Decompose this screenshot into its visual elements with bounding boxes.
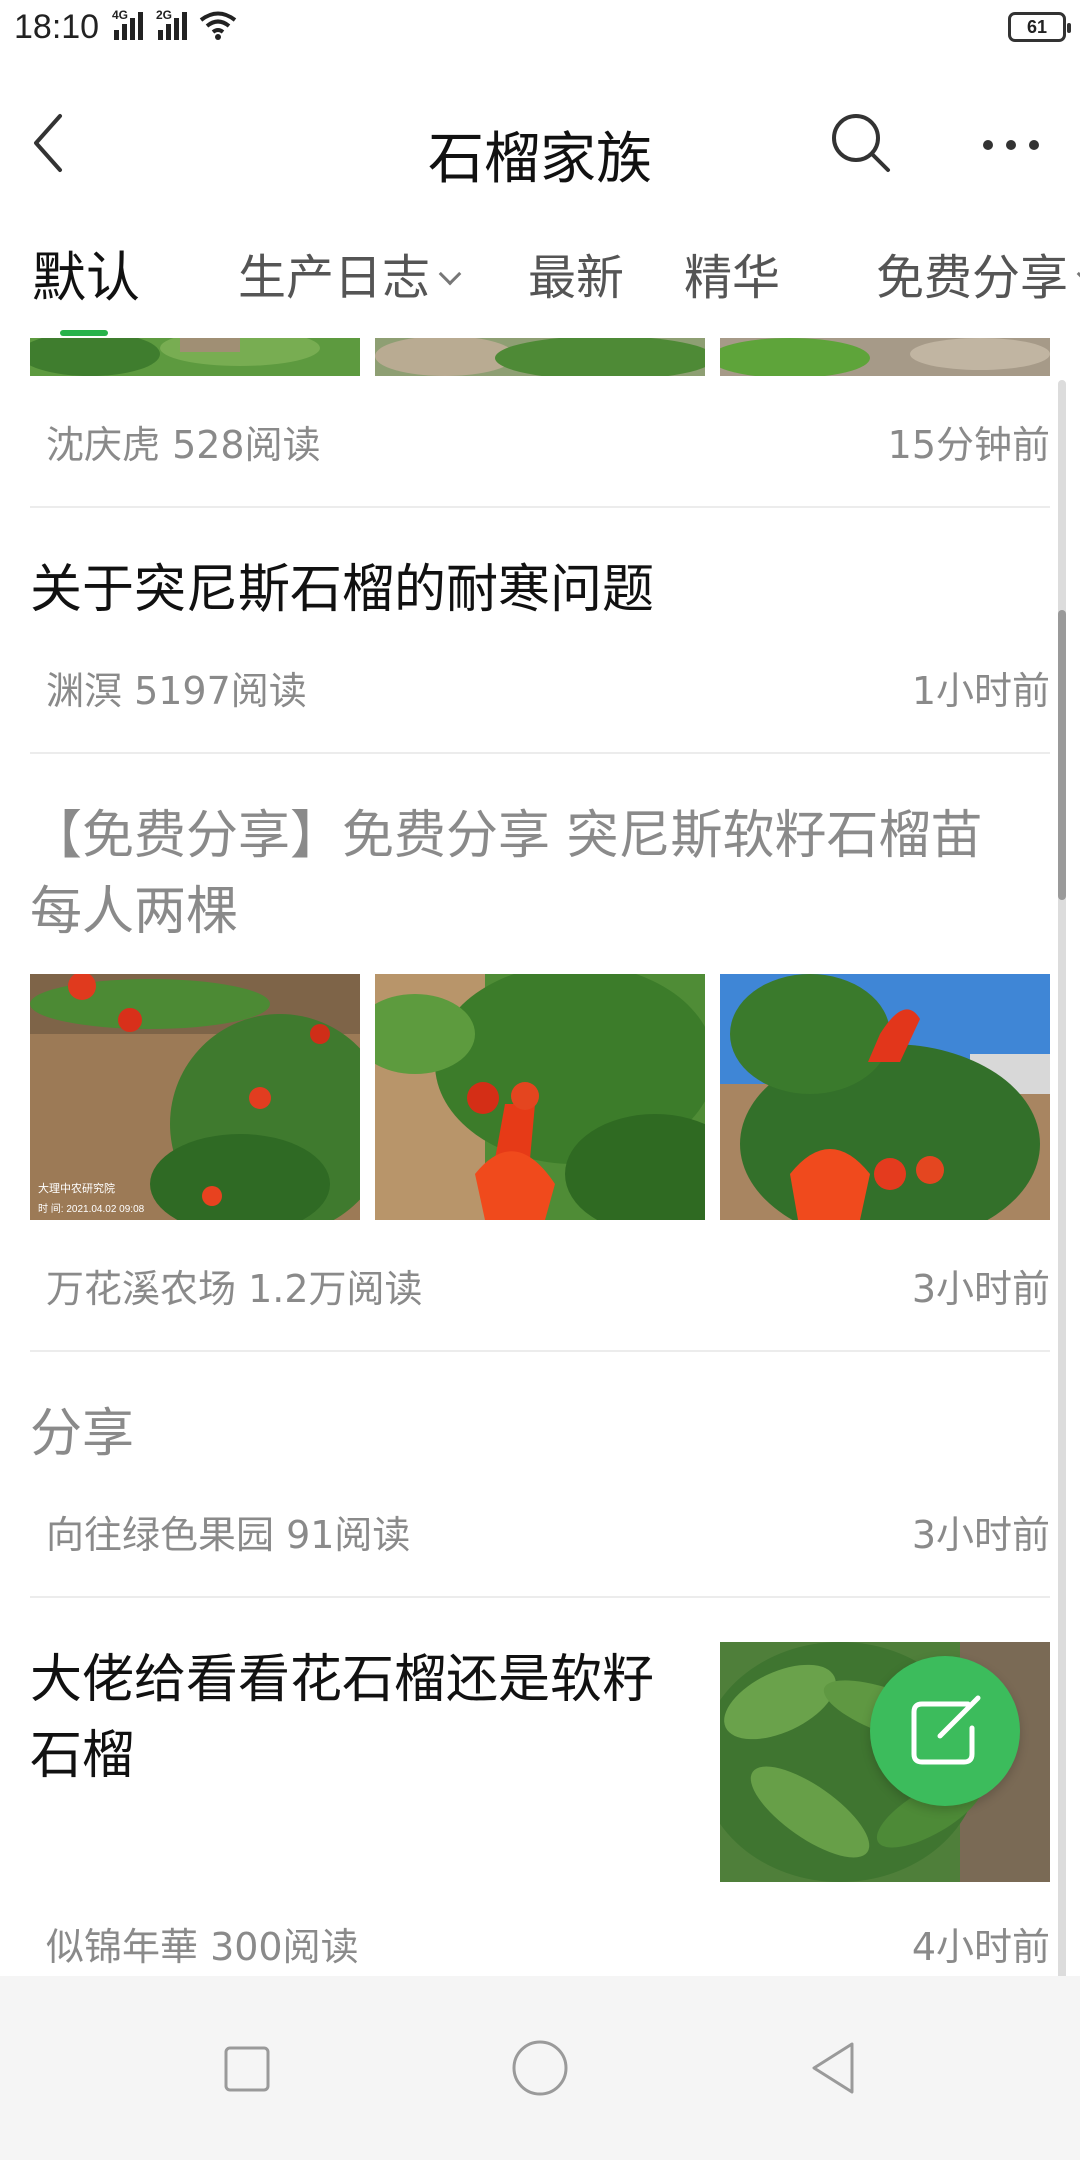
feed-scrollbar[interactable] [1058, 380, 1066, 2000]
home-icon[interactable] [500, 2028, 580, 2108]
image-watermark: 大理中农研究院 [38, 1183, 115, 1195]
post-author-reads: 渊溟 5197阅读 [46, 669, 307, 713]
wifi-icon [199, 11, 237, 40]
post-title[interactable]: 关于突尼斯石榴的耐寒问题 [30, 552, 654, 628]
post-author-reads: 向往绿色果园 91阅读 [46, 1513, 411, 1557]
divider [30, 506, 1050, 508]
post-image[interactable]: 大理中农研究院 时 间: 2021.04.02 09:08 [30, 974, 360, 1220]
more-icon[interactable] [976, 120, 1046, 170]
tab-production-log[interactable]: 生产日志 [238, 240, 462, 336]
post-time: 3小时前 [911, 1267, 1050, 1311]
page-title: 石榴家族 [428, 127, 652, 192]
edit-icon [911, 1695, 981, 1765]
post-author-reads: 沈庆虎 528阅读 [46, 423, 321, 467]
post-image[interactable] [30, 338, 360, 376]
post-image[interactable] [375, 338, 705, 376]
back-nav-icon[interactable] [794, 2028, 874, 2108]
tab-latest[interactable]: 最新 [528, 240, 624, 336]
cell-signal-2g-icon: 2G [156, 8, 190, 40]
chevron-down-icon [438, 262, 462, 286]
post-time: 4小时前 [911, 1925, 1050, 1969]
post-time: 15分钟前 [887, 423, 1050, 467]
tab-free-share[interactable]: 免费分享 [876, 240, 1080, 336]
post-title[interactable]: 大佬给看看花石榴还是软籽 石榴 [30, 1642, 670, 1794]
post-title[interactable]: 【免费分享】免费分享 突尼斯软籽石榴苗 每人两棵 [30, 798, 983, 950]
post-meta: 渊溟 5197阅读 1小时前 [46, 660, 1050, 715]
status-time: 18:10 [14, 8, 100, 46]
tab-bar: 默认 生产日志 最新 精华 免费分享 [0, 240, 1080, 336]
post-meta: 似锦年華 300阅读 4小时前 [46, 1916, 1050, 1971]
new-post-button[interactable] [870, 1656, 1020, 1806]
post-meta: 向往绿色果园 91阅读 3小时前 [46, 1504, 1050, 1559]
tab-featured[interactable]: 精华 [684, 240, 780, 336]
divider [30, 752, 1050, 754]
post-meta: 沈庆虎 528阅读 15分钟前 [46, 414, 1050, 469]
post-author-reads: 万花溪农场 1.2万阅读 [46, 1267, 423, 1311]
post-author-reads: 似锦年華 300阅读 [46, 1925, 359, 1969]
post-image-row[interactable] [30, 338, 1050, 376]
image-watermark-time: 时 间: 2021.04.02 09:08 [38, 1204, 145, 1215]
search-icon[interactable] [826, 108, 896, 178]
post-image[interactable] [720, 974, 1050, 1220]
tab-default[interactable]: 默认 [32, 240, 140, 336]
battery-level: 61 [1026, 17, 1048, 37]
status-bar: 18:10 4G 2G 61 [0, 0, 1080, 56]
battery-icon: 61 [1008, 12, 1071, 42]
divider [30, 1596, 1050, 1598]
divider [30, 1350, 1050, 1352]
post-time: 3小时前 [911, 1513, 1050, 1557]
app-header: 石榴家族 [0, 80, 1080, 210]
post-title[interactable]: 分享 [30, 1396, 134, 1472]
post-image-row[interactable]: 大理中农研究院 时 间: 2021.04.02 09:08 [30, 974, 1050, 1220]
post-image[interactable] [720, 338, 1050, 376]
system-nav-bar [0, 1976, 1080, 2160]
post-image[interactable] [375, 974, 705, 1220]
scroll-thumb[interactable] [1058, 610, 1066, 900]
cell-signal-4g-icon: 4G [112, 8, 146, 40]
post-time: 1小时前 [911, 669, 1050, 713]
recent-apps-icon[interactable] [206, 2028, 286, 2108]
post-meta: 万花溪农场 1.2万阅读 3小时前 [46, 1258, 1050, 1313]
